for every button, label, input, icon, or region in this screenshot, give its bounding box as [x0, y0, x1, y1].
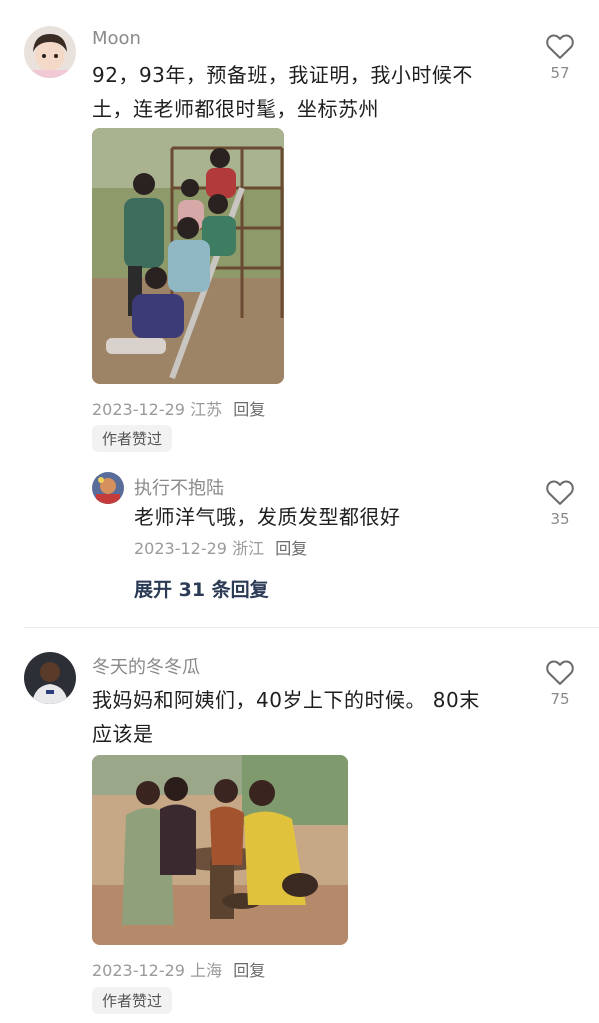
comment-text-line: 土，连老师都很时髦，坐标苏州	[92, 97, 379, 121]
comment-location: 上海	[190, 961, 223, 980]
comment-text-line: 应该是	[92, 722, 154, 746]
like-button[interactable]: 57	[540, 32, 580, 82]
avatar[interactable]	[24, 26, 76, 78]
comment-meta: 2023-12-29 上海 回复	[92, 957, 265, 981]
username[interactable]: Moon	[92, 28, 141, 49]
comment-text: 92，93年，预备班，我证明，我小时候不 土，连老师都很时髦，坐标苏州	[92, 58, 522, 126]
comment-date: 2023-12-29	[92, 400, 185, 419]
reply-button[interactable]: 回复	[233, 400, 265, 419]
comment-photo[interactable]	[92, 128, 284, 384]
reply-meta: 2023-12-29 浙江 回复	[134, 535, 307, 559]
author-liked-badge: 作者赞过	[92, 425, 173, 452]
divider	[24, 627, 599, 628]
comment-text: 我妈妈和阿姨们，40岁上下的时候。 80末 应该是	[92, 683, 522, 751]
avatar[interactable]	[24, 652, 76, 704]
heart-outline-icon	[546, 34, 574, 59]
comment-date: 2023-12-29	[92, 961, 185, 980]
comment-text-line: 我妈妈和阿姨们，40岁上下的时候。 80末	[92, 688, 480, 712]
comment-meta: 2023-12-29 江苏 回复	[92, 396, 265, 420]
comment-location: 江苏	[190, 400, 223, 419]
username[interactable]: 执行不抱陆	[134, 474, 224, 500]
reply-text: 老师洋气哦，发质发型都很好	[134, 505, 401, 529]
reply-button[interactable]: 回复	[275, 539, 307, 558]
author-liked-badge: 作者赞过	[92, 987, 173, 1014]
like-count: 57	[550, 64, 570, 82]
avatar[interactable]	[92, 472, 124, 504]
username[interactable]: 冬天的冬冬瓜	[92, 653, 200, 679]
like-button[interactable]: 75	[540, 658, 580, 708]
heart-outline-icon	[546, 480, 574, 505]
expand-replies-button[interactable]: 展开 31 条回复	[134, 575, 269, 602]
reply-button[interactable]: 回复	[233, 961, 265, 980]
heart-outline-icon	[546, 660, 574, 685]
like-button[interactable]: 35	[540, 478, 580, 528]
reply-date: 2023-12-29	[134, 539, 227, 558]
comment-text-line: 92，93年，预备班，我证明，我小时候不	[92, 63, 473, 87]
like-count: 35	[550, 510, 570, 528]
like-count: 75	[550, 690, 570, 708]
reply-location: 浙江	[232, 539, 265, 558]
comment-photo[interactable]	[92, 755, 348, 945]
